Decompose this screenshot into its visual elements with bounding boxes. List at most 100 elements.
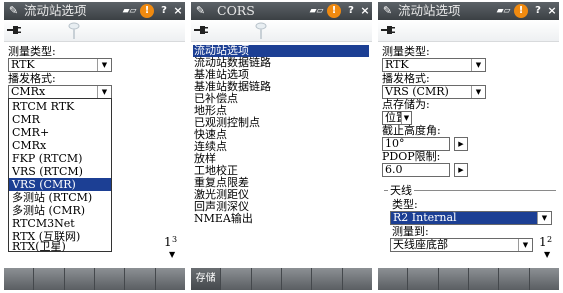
start-menu-icon[interactable]: ✎: [194, 4, 207, 17]
dropdown-option[interactable]: RTCM RTK: [9, 100, 111, 113]
softkey-6[interactable]: [156, 268, 185, 290]
help-icon[interactable]: ?: [345, 4, 357, 18]
status-bar: [378, 20, 559, 42]
softkey-1[interactable]: [378, 268, 409, 290]
broadcast-format-label: 播发格式:: [382, 72, 430, 85]
softkey-3[interactable]: [252, 268, 282, 290]
cors-panel: ✎ CORS ▰▱ ! ? × 流动站选项 流动站数据链路 基准站选项 基准站数…: [191, 2, 372, 290]
chevron-right-icon[interactable]: ▶: [454, 163, 468, 177]
chevron-down-icon[interactable]: ▼: [471, 59, 485, 71]
softkey-6[interactable]: [343, 268, 372, 290]
dropdown-option[interactable]: RTX(卫星): [9, 240, 111, 253]
page-down-icon[interactable]: ▼: [544, 249, 550, 261]
chevron-down-icon[interactable]: ▼: [401, 112, 411, 124]
softkey-6[interactable]: [530, 268, 559, 290]
softkey-2[interactable]: [221, 268, 252, 290]
page-indicator[interactable]: 1 2 ▼: [539, 235, 557, 261]
battery-icon[interactable]: ▰▱: [309, 5, 324, 17]
elevation-mask-label: 截止高度角:: [382, 124, 441, 137]
softkey-3[interactable]: [65, 268, 95, 290]
window-title: CORS: [217, 3, 255, 18]
dropdown-option[interactable]: VRS (RTCM): [9, 165, 111, 178]
page-total: 3: [172, 235, 178, 244]
warning-icon[interactable]: !: [327, 4, 341, 18]
survey-type-value: RTK: [385, 58, 409, 71]
warning-icon[interactable]: !: [140, 4, 154, 18]
menu-item[interactable]: NMEA输出: [193, 213, 369, 225]
start-menu-icon[interactable]: ✎: [381, 4, 394, 17]
measured-to-select[interactable]: 天线座底部 ▼: [390, 238, 533, 252]
softkey-5[interactable]: [499, 268, 530, 290]
pdop-field[interactable]: 6.0: [382, 163, 450, 177]
dropdown-option[interactable]: CMR: [9, 113, 111, 126]
softkey-5[interactable]: [125, 268, 156, 290]
close-icon[interactable]: ×: [546, 4, 558, 18]
title-bar: ✎ 流动站选项 ▰▱ ! ? ×: [378, 2, 559, 20]
dropdown-option[interactable]: 多测站 (RTCM): [9, 191, 111, 204]
softkey-4[interactable]: [469, 268, 500, 290]
help-icon[interactable]: ?: [158, 4, 170, 18]
antenna-icon[interactable]: [68, 22, 80, 40]
softkey-bar: [4, 268, 185, 290]
broadcast-format-dropdown[interactable]: RTCM RTK CMR CMR+ CMRx FKP (RTCM) VRS (R…: [8, 98, 112, 253]
dropdown-option[interactable]: FKP (RTCM): [9, 152, 111, 165]
survey-type-value: RTK: [11, 58, 35, 71]
battery-icon[interactable]: ▰▱: [122, 5, 137, 17]
chevron-down-icon[interactable]: ▼: [97, 86, 111, 98]
antenna-icon[interactable]: [255, 22, 267, 40]
measured-to-label: 测量到:: [392, 225, 429, 238]
store-as-label: 点存储为:: [382, 98, 430, 111]
dropdown-option[interactable]: CMRx: [9, 139, 111, 152]
chevron-down-icon[interactable]: ▼: [97, 59, 111, 71]
power-plug-icon[interactable]: [7, 24, 21, 36]
rover-options-panel: ✎ 流动站选项 ▰▱ ! ? × 测量类型: RTK ▼ 播发格式: CMRx …: [4, 2, 185, 290]
broadcast-format-select[interactable]: VRS (CMR) ▼: [382, 85, 486, 99]
close-icon[interactable]: ×: [172, 4, 184, 18]
start-menu-icon[interactable]: ✎: [7, 4, 20, 17]
softkey-2[interactable]: [408, 268, 439, 290]
close-icon[interactable]: ×: [359, 4, 371, 18]
power-plug-icon[interactable]: [194, 24, 208, 36]
dropdown-option-selected[interactable]: VRS (CMR): [9, 178, 111, 191]
page-number: 1: [164, 235, 172, 249]
store-as-select[interactable]: 位置 ▼: [382, 111, 412, 125]
status-bar: [191, 20, 372, 42]
survey-type-select[interactable]: RTK ▼: [382, 58, 486, 72]
broadcast-format-value: CMRx: [11, 85, 46, 98]
store-button[interactable]: 存储: [191, 268, 222, 290]
softkey-4[interactable]: [95, 268, 126, 290]
rover-options-panel: ✎ 流动站选项 ▰▱ ! ? × 测量类型: RTK ▼ 播发格式: VRS (…: [378, 2, 559, 290]
window-title: 流动站选项: [24, 3, 87, 18]
dropdown-option[interactable]: RTCM3Net: [9, 217, 111, 230]
power-plug-icon[interactable]: [381, 24, 395, 36]
softkey-5[interactable]: [312, 268, 343, 290]
chevron-down-icon[interactable]: ▼: [471, 86, 485, 98]
softkey-3[interactable]: [439, 268, 469, 290]
battery-icon[interactable]: ▰▱: [496, 5, 511, 17]
window-title: 流动站选项: [398, 3, 461, 18]
survey-type-select[interactable]: RTK ▼: [8, 58, 112, 72]
chevron-down-icon[interactable]: ▼: [537, 212, 551, 224]
title-bar: ✎ CORS ▰▱ ! ? ×: [191, 2, 372, 20]
elevation-mask-field[interactable]: 10°: [382, 137, 450, 151]
broadcast-format-select[interactable]: CMRx ▼: [8, 85, 112, 99]
menu-item[interactable]: 连续点: [193, 141, 369, 153]
softkey-2[interactable]: [34, 268, 65, 290]
warning-icon[interactable]: !: [514, 4, 528, 18]
page-down-icon[interactable]: ▼: [169, 249, 175, 261]
page-indicator[interactable]: 1 3 ▼: [164, 235, 182, 261]
softkey-4[interactable]: [282, 268, 313, 290]
pdop-value: 6.0: [385, 163, 403, 176]
chevron-down-icon[interactable]: ▼: [518, 239, 532, 251]
chevron-right-icon[interactable]: ▶: [454, 137, 468, 151]
antenna-type-select[interactable]: R2 Internal ▼: [390, 211, 552, 225]
broadcast-format-value: VRS (CMR): [385, 85, 449, 98]
dropdown-option[interactable]: 多测站 (CMR): [9, 204, 111, 217]
help-icon[interactable]: ?: [532, 4, 544, 18]
antenna-type-value: R2 Internal: [393, 211, 457, 224]
dropdown-option[interactable]: CMR+: [9, 126, 111, 139]
softkey-1[interactable]: [4, 268, 35, 290]
antenna-group-title: 天线: [388, 184, 414, 197]
softkey-bar: 存储: [191, 268, 372, 290]
elevation-mask-value: 10°: [385, 137, 405, 150]
